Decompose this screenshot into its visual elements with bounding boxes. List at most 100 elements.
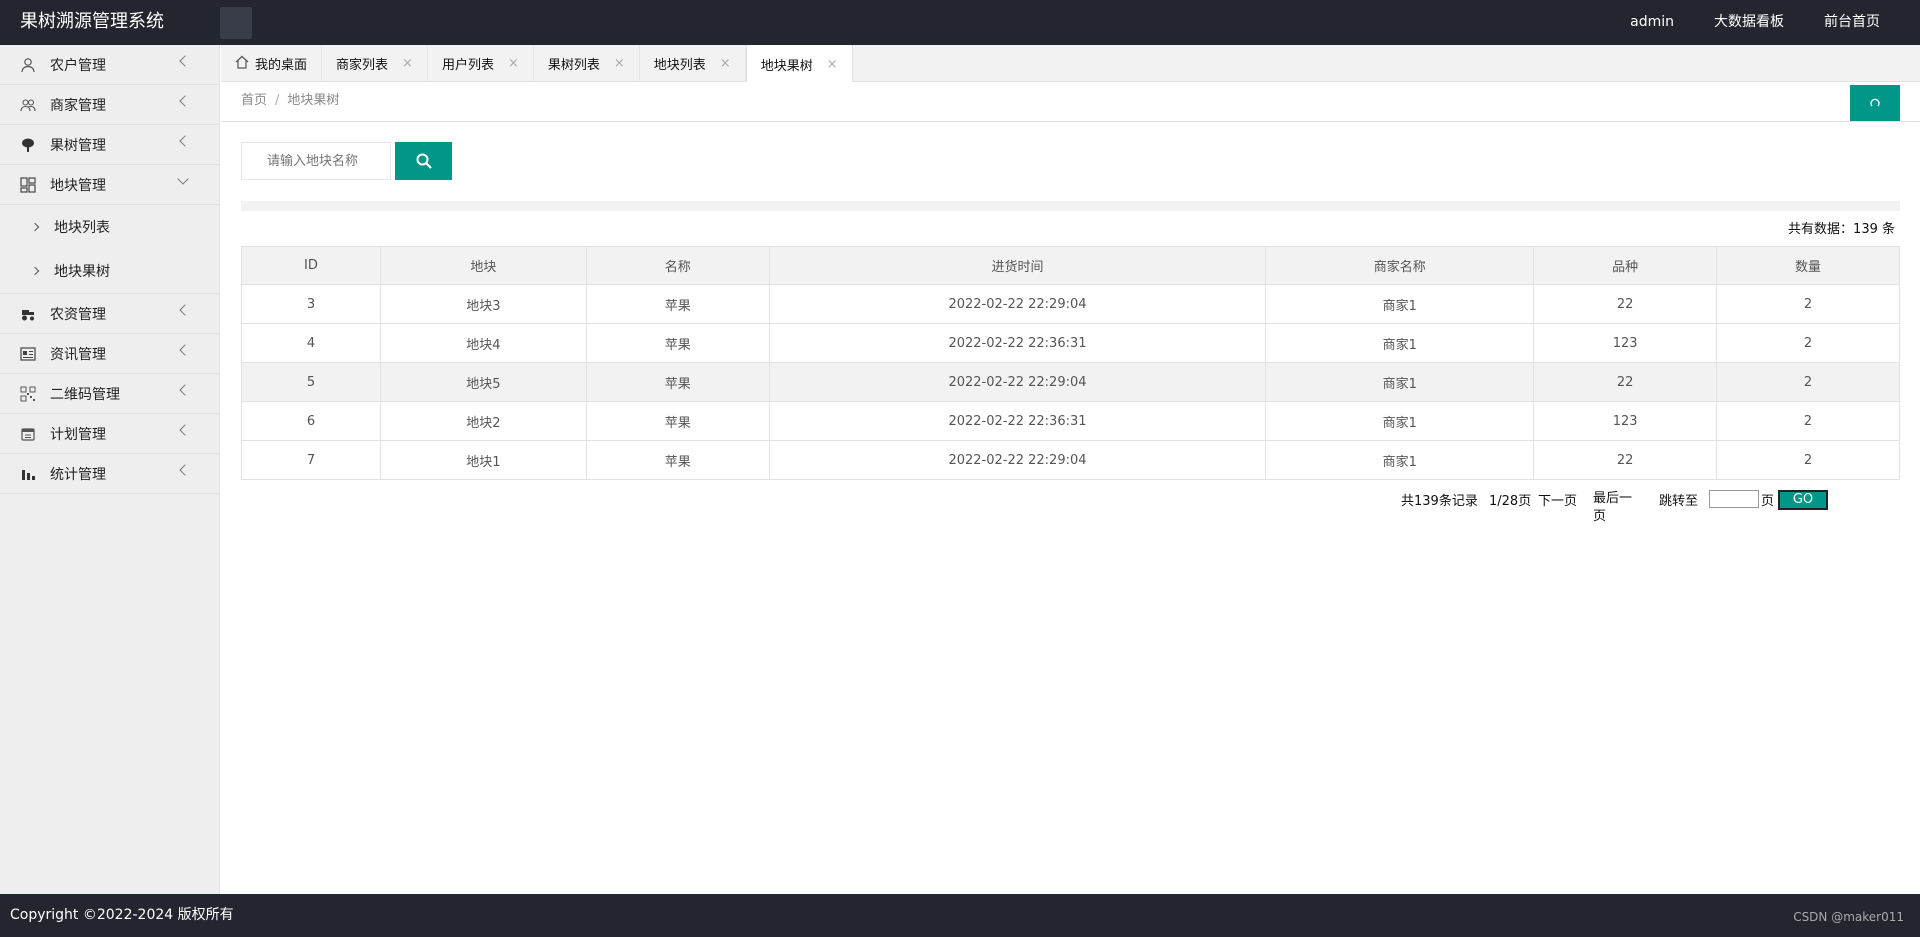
plot-name-search-input[interactable] <box>241 142 391 180</box>
nav-front-home[interactable]: 前台首页 <box>1804 0 1920 45</box>
col-header-purchase-time: 进货时间 <box>768 246 1267 285</box>
refresh-icon <box>1870 98 1880 107</box>
news-icon <box>20 346 36 362</box>
user-icon <box>20 57 36 73</box>
table-row[interactable]: 6 地块2 苹果 2022-02-22 22:36:31 商家1 123 2 <box>241 401 1900 441</box>
table-row[interactable]: 5 地块5 苹果 2022-02-22 22:29:04 商家1 22 2 <box>241 362 1900 402</box>
table-cell: 123 <box>1533 401 1718 441</box>
table-row[interactable]: 3 地块3 苹果 2022-02-22 22:29:04 商家1 22 2 <box>241 284 1900 324</box>
go-button[interactable]: GO <box>1778 490 1828 510</box>
tree-icon <box>20 137 36 153</box>
chevron-left-icon <box>179 424 191 436</box>
chevron-left-icon <box>179 55 191 67</box>
close-icon[interactable]: × <box>508 56 519 71</box>
search-row <box>241 142 452 180</box>
table-cell: 2022-02-22 22:36:31 <box>768 401 1267 441</box>
pager-page-info: 1/28页 <box>1489 494 1532 509</box>
sidebar-item-label: 农资管理 <box>50 306 106 323</box>
sidebar: 农户管理 商家管理 果树管理 地块管理 地块列表 地块果树 农资管理 资讯管理 … <box>0 45 220 894</box>
table-cell: 2022-02-22 22:36:31 <box>768 323 1267 363</box>
sidebar-item-supplies[interactable]: 农资管理 <box>0 294 219 334</box>
table-cell: 商家1 <box>1265 362 1535 402</box>
tab-label: 我的桌面 <box>255 58 308 73</box>
sidebar-item-news[interactable]: 资讯管理 <box>0 334 219 374</box>
sidebar-item-farmers[interactable]: 农户管理 <box>0 45 219 85</box>
table-cell: 地块5 <box>379 362 587 402</box>
sidebar-item-statistics[interactable]: 统计管理 <box>0 454 219 494</box>
table-cell: 苹果 <box>585 323 770 363</box>
sidebar-item-fruit-trees[interactable]: 果树管理 <box>0 125 219 165</box>
tab-user-list[interactable]: 用户列表 × <box>428 45 534 82</box>
table-cell: 地块2 <box>379 401 587 441</box>
plot-trees-table: ID 地块 名称 进货时间 商家名称 品种 数量 3 地块3 苹果 2022-0… <box>241 246 1900 480</box>
table-cell: 地块3 <box>379 284 587 324</box>
users-icon <box>20 97 36 113</box>
tab-desktop[interactable]: 我的桌面 <box>221 45 323 82</box>
sidebar-subitem-plot-trees[interactable]: 地块果树 <box>0 249 219 293</box>
table-cell: 苹果 <box>585 440 770 480</box>
close-icon[interactable]: × <box>720 56 731 71</box>
home-icon <box>235 55 249 73</box>
pager-last-link[interactable]: 最后一页 <box>1593 490 1637 526</box>
close-icon[interactable]: × <box>402 56 413 71</box>
sidebar-subitem-plot-list[interactable]: 地块列表 <box>0 205 219 249</box>
tab-plot-trees[interactable]: 地块果树 × <box>745 45 853 83</box>
table-cell: 4 <box>241 323 381 363</box>
sidebar-item-qrcode[interactable]: 二维码管理 <box>0 374 219 414</box>
nav-admin[interactable]: admin <box>1610 0 1694 45</box>
table-cell: 苹果 <box>585 362 770 402</box>
tab-bar: 我的桌面 商家列表 × 用户列表 × 果树列表 × 地块列表 × 地块果树 × <box>221 45 1920 83</box>
page-jump-input[interactable] <box>1709 490 1759 508</box>
table-cell: 5 <box>241 362 381 402</box>
chevron-left-icon <box>179 464 191 476</box>
search-button[interactable] <box>395 142 452 180</box>
table-cell: 商家1 <box>1265 440 1535 480</box>
breadcrumb-current: 地块果树 <box>287 93 340 108</box>
table-cell: 2022-02-22 22:29:04 <box>768 362 1267 402</box>
table-row[interactable]: 7 地块1 苹果 2022-02-22 22:29:04 商家1 22 2 <box>241 440 1900 480</box>
breadcrumb-bar: 首页 / 地块果树 <box>221 82 1920 122</box>
tab-tree-list[interactable]: 果树列表 × <box>534 45 640 82</box>
tab-label: 地块果树 <box>760 58 813 74</box>
sidebar-item-merchants[interactable]: 商家管理 <box>0 85 219 125</box>
top-nav: admin 大数据看板 前台首页 <box>1610 0 1920 45</box>
sidebar-subitem-label: 地块列表 <box>54 220 110 236</box>
bar-chart-icon <box>20 466 36 482</box>
table-cell: 7 <box>241 440 381 480</box>
sidebar-toggle-button[interactable] <box>220 7 252 39</box>
table-header-row: ID 地块 名称 进货时间 商家名称 品种 数量 <box>241 246 1900 285</box>
chevron-left-icon <box>179 344 191 356</box>
table-cell: 123 <box>1533 323 1718 363</box>
close-icon[interactable]: × <box>614 56 625 71</box>
chevron-right-icon <box>30 222 40 232</box>
table-cell: 2 <box>1716 284 1900 324</box>
tab-merchant-list[interactable]: 商家列表 × <box>322 45 428 82</box>
close-icon[interactable]: × <box>827 57 838 72</box>
pager-next-link[interactable]: 下一页 <box>1538 490 1577 509</box>
app-title: 果树溯源管理系统 <box>20 11 164 32</box>
col-header-plot: 地块 <box>379 246 587 285</box>
tab-label: 用户列表 <box>441 58 494 73</box>
search-icon <box>416 153 432 169</box>
table-cell: 2 <box>1716 440 1900 480</box>
tab-plot-list[interactable]: 地块列表 × <box>640 45 746 82</box>
table-cell: 地块4 <box>379 323 587 363</box>
table-cell: 22 <box>1533 284 1718 324</box>
chevron-right-icon <box>30 266 40 276</box>
pager-records: 共139条记录 <box>1401 494 1478 509</box>
table-cell: 2022-02-22 22:29:04 <box>768 440 1267 480</box>
refresh-button[interactable] <box>1850 85 1900 121</box>
table-row[interactable]: 4 地块4 苹果 2022-02-22 22:36:31 商家1 123 2 <box>241 323 1900 363</box>
sidebar-item-label: 地块管理 <box>50 177 106 194</box>
breadcrumb-home[interactable]: 首页 <box>241 93 267 108</box>
nav-dashboard[interactable]: 大数据看板 <box>1694 0 1804 45</box>
sidebar-item-label: 果树管理 <box>50 137 106 154</box>
table-cell: 商家1 <box>1265 323 1535 363</box>
sidebar-item-plans[interactable]: 计划管理 <box>0 414 219 454</box>
table-cell: 22 <box>1533 440 1718 480</box>
top-header: 果树溯源管理系统 admin 大数据看板 前台首页 <box>0 0 1920 45</box>
table-cell: 2 <box>1716 323 1900 363</box>
table-cell: 商家1 <box>1265 284 1535 324</box>
sidebar-item-plots[interactable]: 地块管理 <box>0 165 219 205</box>
footer: Copyright ©2022-2024 版权所有 CSDN @maker011 <box>0 894 1920 937</box>
